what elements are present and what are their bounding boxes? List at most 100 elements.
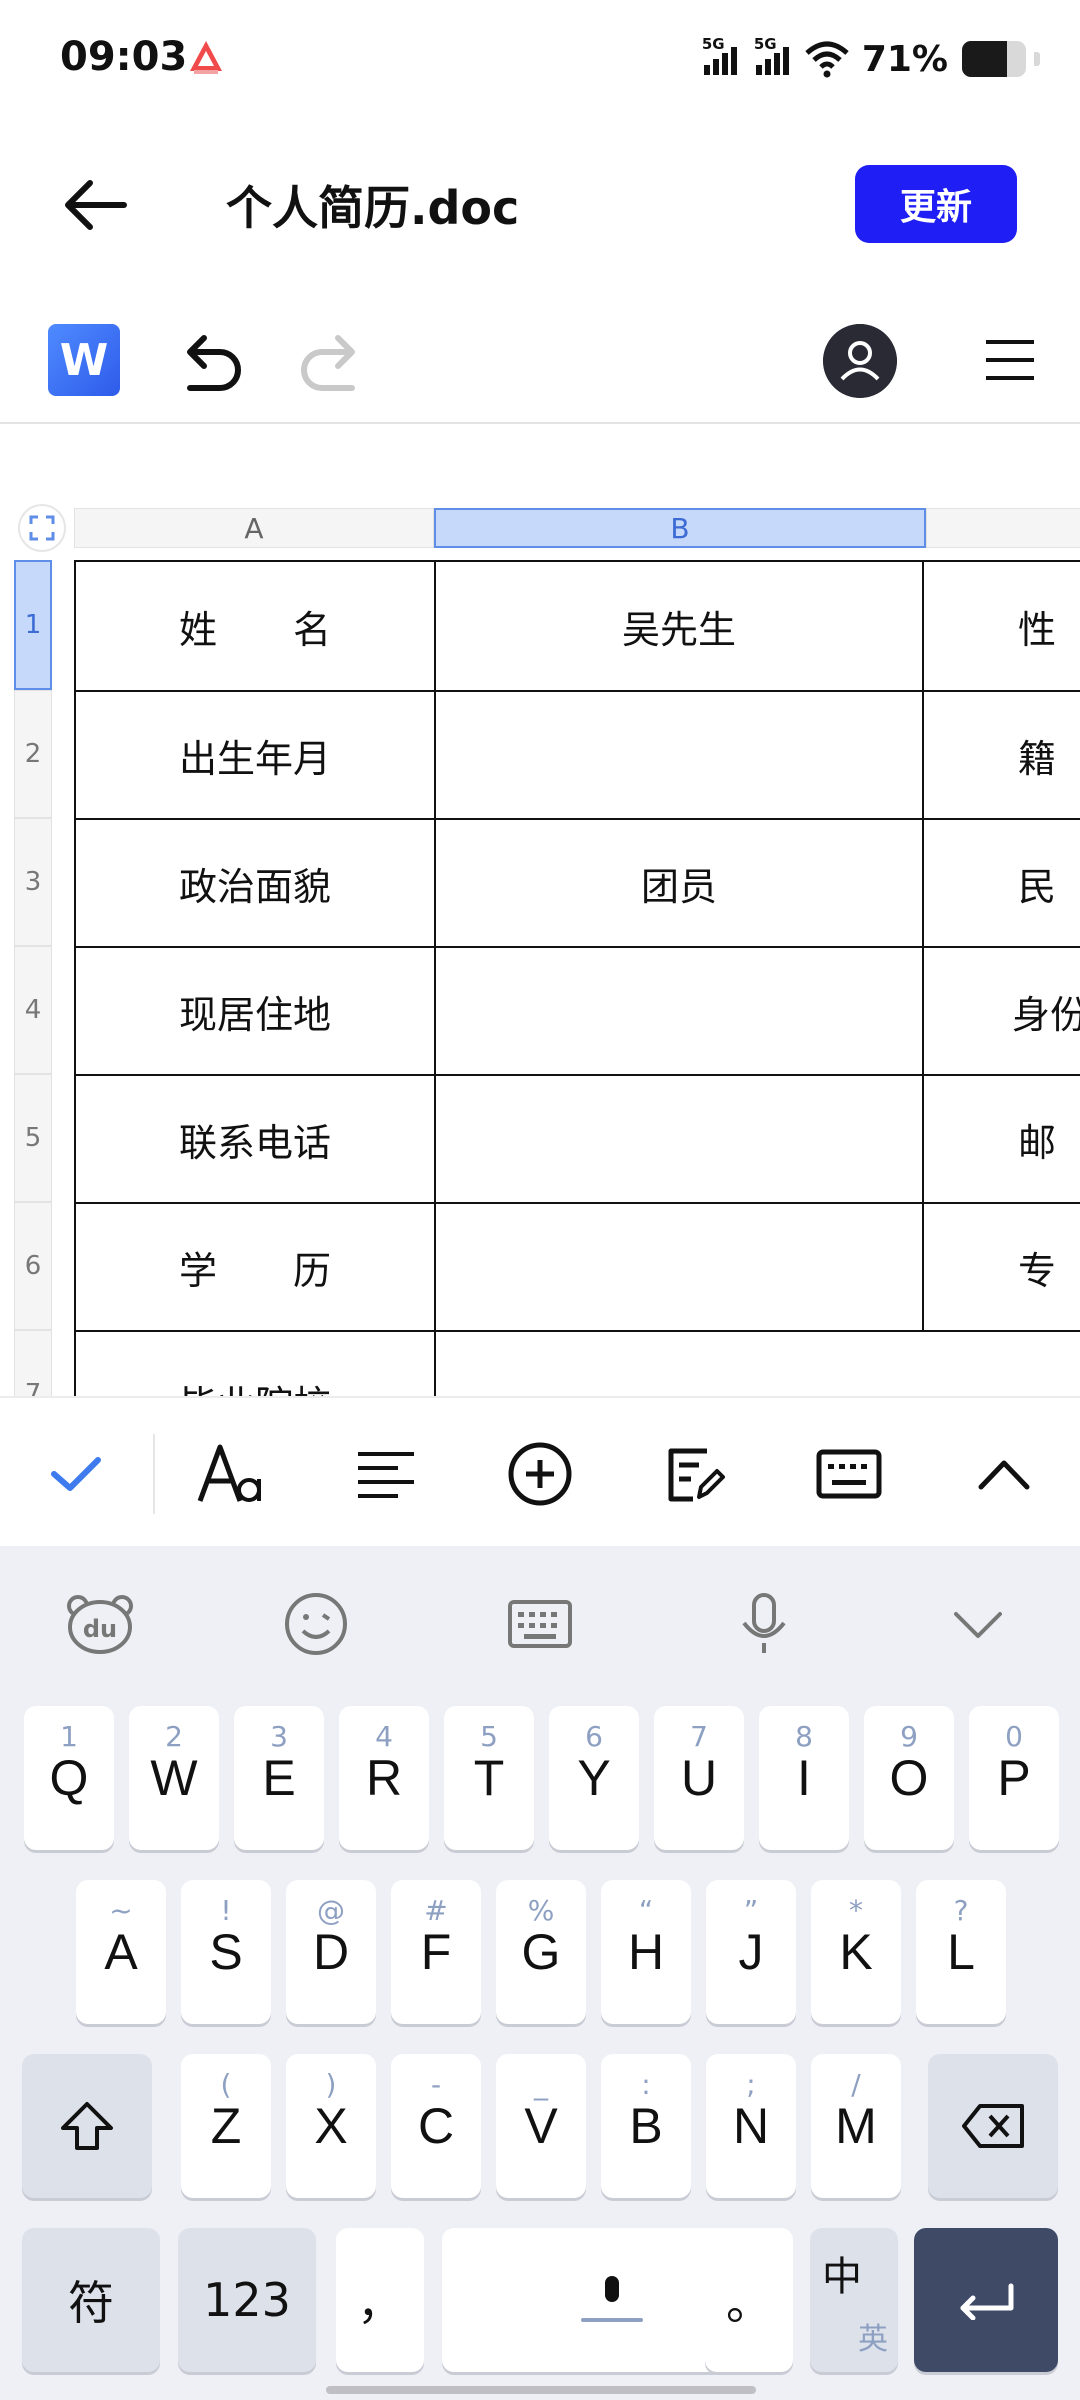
key-m[interactable]: / M <box>811 2054 901 2198</box>
title-bar: 个人简历.doc 更新 <box>0 140 1080 270</box>
table-cell-label[interactable]: 出生年月 <box>74 690 436 820</box>
update-button[interactable]: 更新 <box>855 165 1017 243</box>
key-w[interactable]: 2W <box>129 1706 219 1850</box>
key-l[interactable]: ? L <box>916 1880 1006 2024</box>
key-u[interactable]: 7U <box>654 1706 744 1850</box>
table-cell-right[interactable]: 专 <box>922 1202 1080 1332</box>
align-left-icon[interactable] <box>348 1436 424 1512</box>
battery-fill <box>962 41 1008 77</box>
emoji-icon[interactable] <box>278 1586 354 1662</box>
table-cell-right[interactable]: 性 <box>922 560 1080 692</box>
cellular-signal-icon: 5G <box>752 35 796 79</box>
key-f[interactable]: # F <box>391 1880 481 2024</box>
table-cell-label[interactable]: 联系电话 <box>74 1074 436 1204</box>
backspace-key[interactable] <box>928 2054 1058 2198</box>
baidu-bear-icon[interactable]: du <box>62 1586 138 1662</box>
edit-note-icon[interactable] <box>656 1436 732 1512</box>
row-header-5[interactable]: 5 <box>14 1074 52 1202</box>
user-avatar-icon[interactable] <box>823 324 897 398</box>
comma-key[interactable]: ， <box>336 2228 424 2372</box>
svg-text:du: du <box>83 1615 117 1643</box>
table-cell-label[interactable]: 姓 名 <box>74 560 436 692</box>
column-header-a[interactable]: A <box>74 508 434 548</box>
enter-icon <box>960 2283 1014 2320</box>
key-o[interactable]: 9O <box>864 1706 954 1850</box>
format-toolbar-divider <box>153 1434 155 1514</box>
numbers-key[interactable]: 123 <box>178 2228 316 2372</box>
row-header-2[interactable]: 2 <box>14 690 52 818</box>
table-cell-value[interactable]: 吴先生 <box>434 560 924 692</box>
language-switch-key[interactable]: 中 英 <box>810 2228 898 2372</box>
insert-icon[interactable] <box>502 1436 578 1512</box>
status-bar: 09:03 5G 5G 71% <box>0 0 1080 120</box>
back-arrow-icon[interactable] <box>60 175 130 235</box>
table-cell-label[interactable]: 学 历 <box>74 1202 436 1332</box>
column-header-c[interactable] <box>926 508 1080 548</box>
key-y[interactable]: 6Y <box>549 1706 639 1850</box>
status-time: 09:03 <box>60 34 188 80</box>
keyboard-icon[interactable] <box>811 1436 887 1512</box>
battery-icon <box>962 41 1026 77</box>
key-p[interactable]: 0P <box>969 1706 1059 1850</box>
shift-icon <box>61 2102 113 2150</box>
microphone-icon[interactable] <box>726 1586 802 1662</box>
enter-key[interactable] <box>914 2228 1058 2372</box>
battery-cap <box>1034 52 1040 66</box>
row-header-6[interactable]: 6 <box>14 1202 52 1330</box>
row-header-1[interactable]: 1 <box>14 560 52 690</box>
key-g[interactable]: % G <box>496 1880 586 2024</box>
keyboard-switch-icon[interactable] <box>502 1586 578 1662</box>
voice-space-icon <box>581 2276 643 2322</box>
row-header-7[interactable]: 7 <box>14 1330 52 1396</box>
table-cell-value[interactable] <box>434 1074 924 1204</box>
menu-icon[interactable] <box>980 332 1040 388</box>
key-j[interactable]: ” J <box>706 1880 796 2024</box>
key-k[interactable]: * K <box>811 1880 901 2024</box>
table-cell-value[interactable]: 团员 <box>434 818 924 948</box>
table-cell-label[interactable]: 毕业院校 <box>74 1330 436 1396</box>
check-icon[interactable] <box>38 1436 114 1512</box>
font-icon[interactable] <box>193 1436 269 1512</box>
table-cell-label[interactable]: 现居住地 <box>74 946 436 1076</box>
period-key[interactable]: 。 <box>705 2228 793 2372</box>
table-cell-value[interactable] <box>434 1202 924 1332</box>
key-s[interactable]: ! S <box>181 1880 271 2024</box>
chevron-down-icon[interactable] <box>940 1586 1016 1662</box>
table-cell-right[interactable]: 身份 <box>922 946 1080 1076</box>
chevron-up-icon[interactable] <box>966 1436 1042 1512</box>
table-cell-right[interactable]: 邮 <box>922 1074 1080 1204</box>
shift-key[interactable] <box>22 2054 152 2198</box>
key-r[interactable]: 4R <box>339 1706 429 1850</box>
symbols-key[interactable]: 符 <box>22 2228 160 2372</box>
table-cell-value[interactable] <box>434 946 924 1076</box>
table-cell-label[interactable]: 政治面貌 <box>74 818 436 948</box>
key-i[interactable]: 8I <box>759 1706 849 1850</box>
soft-keyboard: du 1 Q 2 W 3 E 4 R 5 T 6 Y 7 U 8 I 9 O 0… <box>0 1546 1080 2400</box>
column-header-b[interactable]: B <box>434 508 926 548</box>
key-h[interactable]: “H <box>601 1880 691 2024</box>
redo-icon[interactable] <box>296 328 366 394</box>
key-x[interactable]: ) X <box>286 2054 376 2198</box>
key-z[interactable]: (Z <box>181 2054 271 2198</box>
key-d[interactable]: @ D <box>286 1880 376 2024</box>
key-c[interactable]: -C <box>391 2054 481 2198</box>
key-e[interactable]: 3E <box>234 1706 324 1850</box>
undo-icon[interactable] <box>176 328 246 394</box>
key-v[interactable]: _ V <box>496 2054 586 2198</box>
key-t[interactable]: 5T <box>444 1706 534 1850</box>
key-n[interactable]: ; N <box>706 2054 796 2198</box>
row-header-4[interactable]: 4 <box>14 946 52 1074</box>
edit-toolbar: W <box>0 310 1080 424</box>
select-all-icon[interactable] <box>18 504 66 552</box>
key-b[interactable]: :B <box>601 2054 691 2198</box>
table-cell-value[interactable] <box>434 1330 1080 1396</box>
table-cell-value[interactable] <box>434 690 924 820</box>
key-q[interactable]: 1Q <box>24 1706 114 1850</box>
row-header-3[interactable]: 3 <box>14 818 52 946</box>
table-cell-right[interactable]: 民 <box>922 818 1080 948</box>
home-indicator[interactable] <box>326 2386 756 2394</box>
table-cell-right[interactable]: 籍 <box>922 690 1080 820</box>
key-a[interactable]: ~ A <box>76 1880 166 2024</box>
document-table-view[interactable]: A B 1 2 3 4 5 6 7 姓 名 吴先生 性 出生年月 籍 政治面貌 … <box>0 426 1080 1396</box>
battery-percent: 71% <box>861 38 948 80</box>
